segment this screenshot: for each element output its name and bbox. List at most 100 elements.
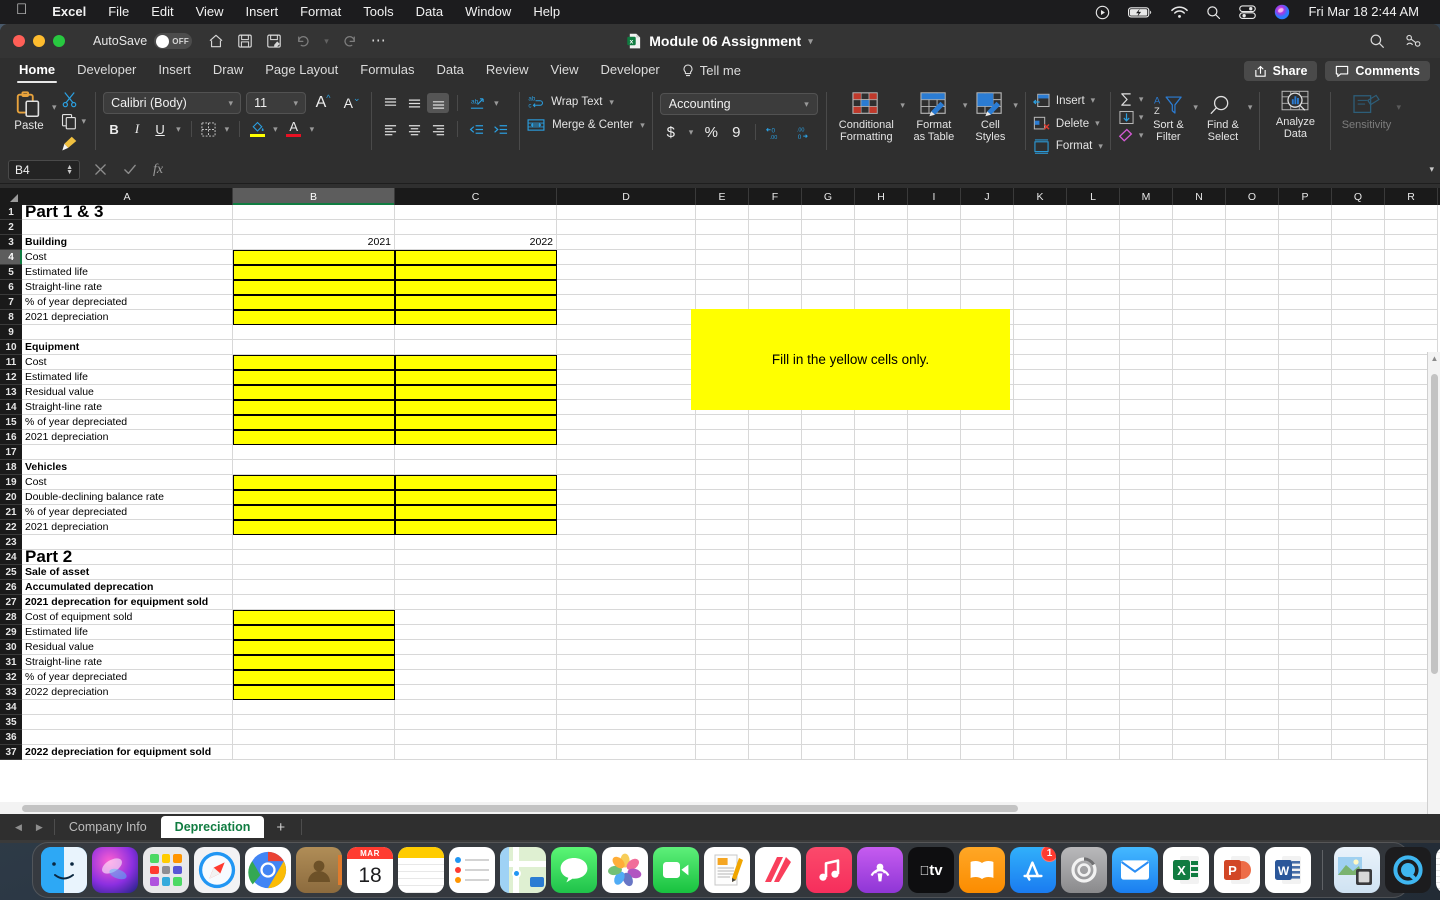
cell-C32[interactable] (395, 670, 557, 685)
cell-O22[interactable] (1226, 520, 1279, 535)
cell-Q15[interactable] (1332, 415, 1385, 430)
dock-item-chrome[interactable] (245, 847, 291, 893)
align-right-button[interactable] (427, 119, 449, 139)
row-header-5[interactable]: 5 (0, 265, 22, 280)
cell-F36[interactable] (749, 730, 802, 745)
cell-B17[interactable] (233, 445, 395, 460)
cell-K1[interactable] (1014, 205, 1067, 220)
cell-F37[interactable] (749, 745, 802, 760)
cell-L31[interactable] (1067, 655, 1120, 670)
cell-H26[interactable] (855, 580, 908, 595)
dock-item-messages[interactable] (551, 847, 597, 893)
cell-O25[interactable] (1226, 565, 1279, 580)
cell-N9[interactable] (1173, 325, 1226, 340)
cell-N35[interactable] (1173, 715, 1226, 730)
cell-G22[interactable] (802, 520, 855, 535)
cell-C31[interactable] (395, 655, 557, 670)
cell-B2[interactable] (233, 220, 395, 235)
cell-F34[interactable] (749, 700, 802, 715)
cell-G27[interactable] (802, 595, 855, 610)
vertical-scroll-thumb[interactable] (1431, 374, 1438, 674)
cell-E25[interactable] (696, 565, 749, 580)
cell-N29[interactable] (1173, 625, 1226, 640)
cell-F2[interactable] (749, 220, 802, 235)
cell-N3[interactable] (1173, 235, 1226, 250)
cell-K17[interactable] (1014, 445, 1067, 460)
cell-B30[interactable] (233, 640, 395, 655)
cell-F18[interactable] (749, 460, 802, 475)
cell-A2[interactable] (22, 220, 233, 235)
cell-C35[interactable] (395, 715, 557, 730)
borders-button[interactable] (198, 119, 220, 139)
row-header-19[interactable]: 19 (0, 475, 22, 490)
cell-O21[interactable] (1226, 505, 1279, 520)
cell-J36[interactable] (961, 730, 1014, 745)
cell-G33[interactable] (802, 685, 855, 700)
cell-K19[interactable] (1014, 475, 1067, 490)
chevron-down-icon[interactable]: ▾ (640, 120, 645, 131)
tab-page-layout[interactable]: Page Layout (254, 58, 349, 84)
cell-D35[interactable] (557, 715, 696, 730)
cell-B31[interactable] (233, 655, 395, 670)
cell-K25[interactable] (1014, 565, 1067, 580)
cell-C33[interactable] (395, 685, 557, 700)
cell-J18[interactable] (961, 460, 1014, 475)
menu-item-insert[interactable]: Insert (235, 0, 290, 24)
cell-C11[interactable] (395, 355, 557, 370)
row-header-34[interactable]: 34 (0, 700, 22, 715)
cell-Q18[interactable] (1332, 460, 1385, 475)
tab-tell-me[interactable]: Tell me (671, 58, 752, 84)
cell-J20[interactable] (961, 490, 1014, 505)
comma-format-button[interactable]: 9 (725, 122, 747, 142)
cell-A11[interactable]: Cost (22, 355, 233, 370)
cell-P12[interactable] (1279, 370, 1332, 385)
cell-L25[interactable] (1067, 565, 1120, 580)
cell-G17[interactable] (802, 445, 855, 460)
cell-C2[interactable] (395, 220, 557, 235)
control-center-icon[interactable] (1230, 0, 1265, 24)
row-header-13[interactable]: 13 (0, 385, 22, 400)
cell-O37[interactable] (1226, 745, 1279, 760)
cell-G20[interactable] (802, 490, 855, 505)
cell-O16[interactable] (1226, 430, 1279, 445)
cell-K23[interactable] (1014, 535, 1067, 550)
cell-P8[interactable] (1279, 310, 1332, 325)
cell-P6[interactable] (1279, 280, 1332, 295)
cell-M25[interactable] (1120, 565, 1173, 580)
cell-N28[interactable] (1173, 610, 1226, 625)
cell-D33[interactable] (557, 685, 696, 700)
cell-P5[interactable] (1279, 265, 1332, 280)
clear-button[interactable]: ▾ (1118, 128, 1143, 143)
cell-O19[interactable] (1226, 475, 1279, 490)
cell-L36[interactable] (1067, 730, 1120, 745)
cell-J4[interactable] (961, 250, 1014, 265)
cell-A23[interactable] (22, 535, 233, 550)
search-icon[interactable] (1369, 33, 1385, 49)
chevron-down-icon[interactable]: ▾ (1091, 95, 1096, 106)
cell-Q3[interactable] (1332, 235, 1385, 250)
cell-A16[interactable]: 2021 depreciation (22, 430, 233, 445)
decrease-font-size-button[interactable]: A ⌄ (340, 93, 364, 113)
cell-M30[interactable] (1120, 640, 1173, 655)
cell-I35[interactable] (908, 715, 961, 730)
share-button[interactable]: Share (1243, 61, 1318, 81)
cell-J6[interactable] (961, 280, 1014, 295)
cell-Q20[interactable] (1332, 490, 1385, 505)
cell-A3[interactable]: Building (22, 235, 233, 250)
cell-G18[interactable] (802, 460, 855, 475)
cell-C21[interactable] (395, 505, 557, 520)
cell-C3[interactable]: 2022 (395, 235, 557, 250)
cell-A22[interactable]: 2021 depreciation (22, 520, 233, 535)
cell-K31[interactable] (1014, 655, 1067, 670)
cell-K2[interactable] (1014, 220, 1067, 235)
cell-I28[interactable] (908, 610, 961, 625)
cell-L29[interactable] (1067, 625, 1120, 640)
cell-A36[interactable] (22, 730, 233, 745)
cell-L12[interactable] (1067, 370, 1120, 385)
cell-N30[interactable] (1173, 640, 1226, 655)
cell-E34[interactable] (696, 700, 749, 715)
cell-J21[interactable] (961, 505, 1014, 520)
cell-A4[interactable]: Cost (22, 250, 233, 265)
cell-C29[interactable] (395, 625, 557, 640)
save-as-icon[interactable] (266, 33, 282, 49)
